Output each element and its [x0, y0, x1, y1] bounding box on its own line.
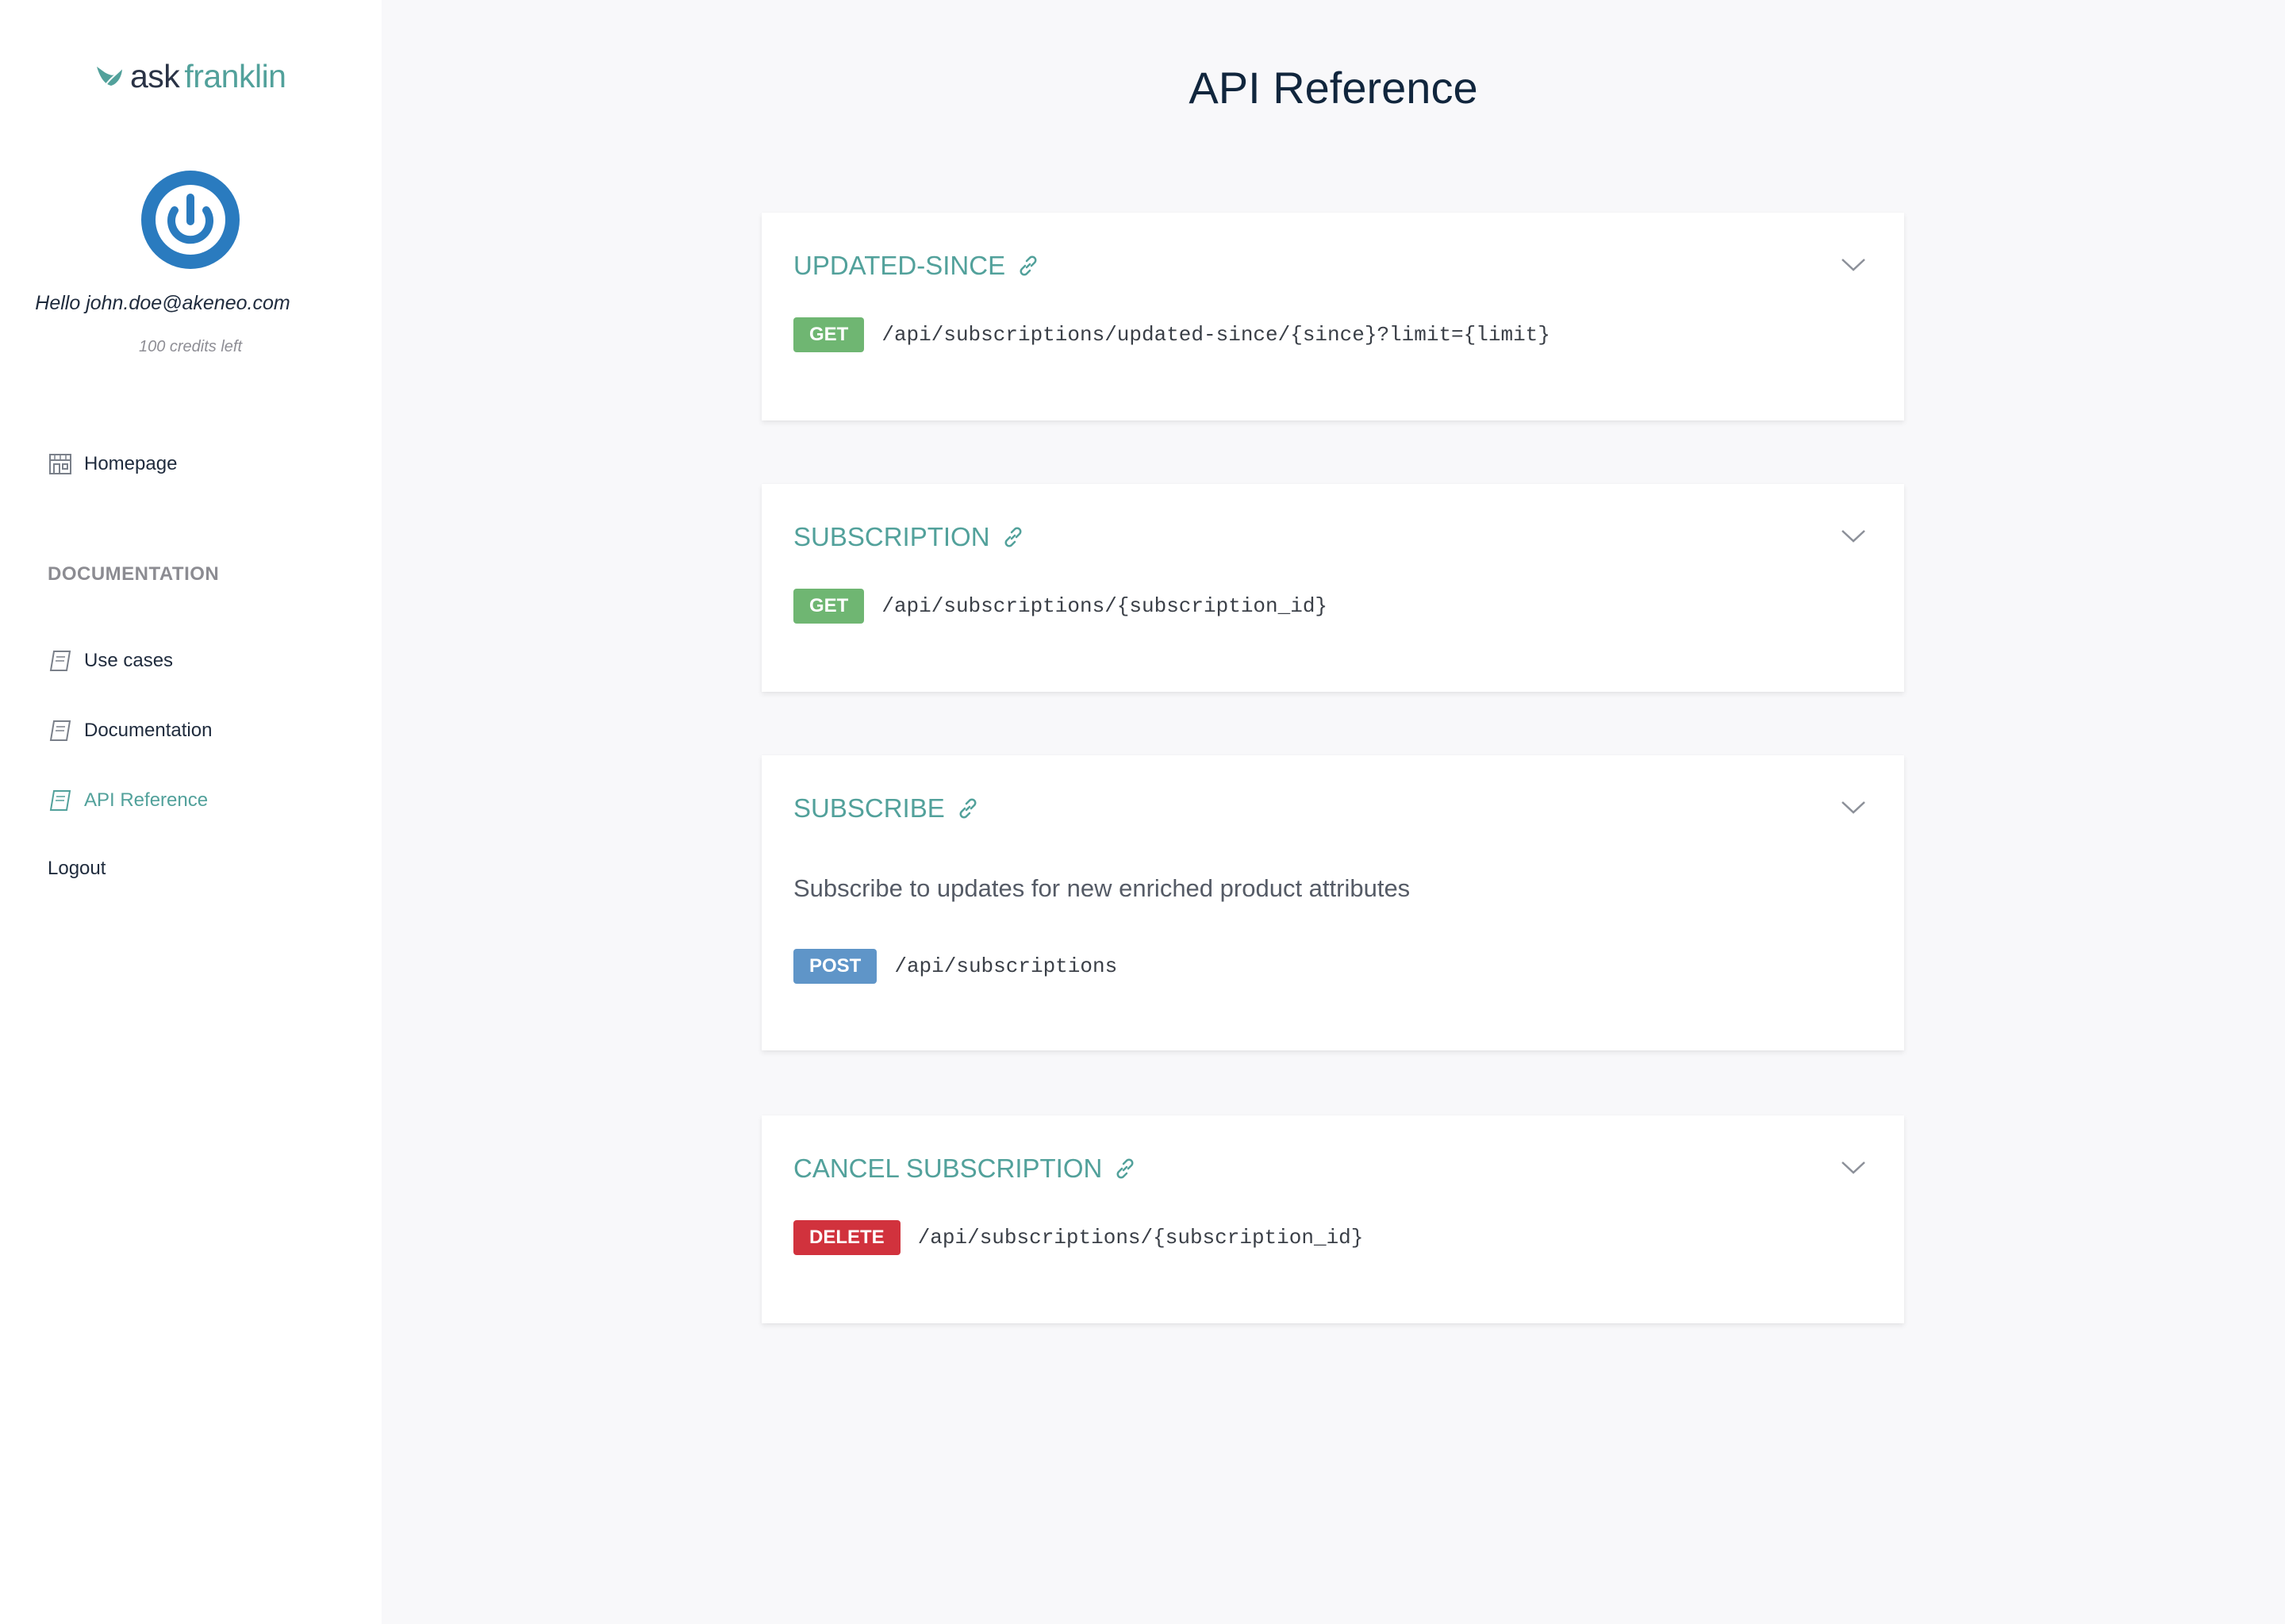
book-icon [48, 788, 73, 813]
link-icon[interactable] [1113, 1157, 1137, 1181]
nav-documentation-label: Documentation [84, 720, 213, 741]
chevron-down-icon[interactable] [1841, 800, 1866, 816]
endpoint-card-updated-since: UPDATED-SINCE GET /api/subscriptions/upd… [762, 213, 1904, 420]
endpoint-method-row: GET /api/subscriptions/updated-since/{si… [793, 317, 1550, 352]
logo[interactable]: ask franklin [94, 56, 286, 97]
store-icon [48, 451, 73, 477]
endpoint-title[interactable]: CANCEL SUBSCRIPTION [793, 1154, 1137, 1184]
user-greeting: Hello john.doe@akeneo.com [35, 292, 290, 314]
book-icon [48, 718, 73, 743]
nav-api-reference[interactable]: API Reference [48, 785, 208, 816]
section-title-documentation: DOCUMENTATION [48, 563, 220, 585]
link-icon[interactable] [1016, 254, 1040, 278]
method-badge-get: GET [793, 589, 865, 624]
link-icon[interactable] [956, 797, 980, 820]
endpoint-title[interactable]: UPDATED-SINCE [793, 251, 1040, 281]
nav-homepage[interactable]: Homepage [48, 448, 177, 480]
link-icon[interactable] [1001, 525, 1025, 549]
sidebar: ask franklin Hello john.doe@akeneo.com 1… [0, 0, 382, 1624]
endpoint-path: /api/subscriptions/{subscription_id} [881, 594, 1328, 618]
endpoint-card-cancel-subscription: CANCEL SUBSCRIPTION DELETE /api/subscrip… [762, 1115, 1904, 1323]
logo-text-franklin: franklin [184, 57, 286, 94]
nav-logout[interactable]: Logout [48, 853, 106, 885]
endpoint-card-subscription: SUBSCRIPTION GET /api/subscriptions/{sub… [762, 484, 1904, 692]
endpoint-path: /api/subscriptions/{subscription_id} [917, 1226, 1364, 1250]
method-badge-delete: DELETE [793, 1220, 901, 1255]
endpoint-method-row: DELETE /api/subscriptions/{subscription_… [793, 1220, 1363, 1255]
endpoint-path: /api/subscriptions/updated-since/{since}… [881, 323, 1550, 347]
chevron-down-icon[interactable] [1841, 1160, 1866, 1176]
method-badge-get: GET [793, 317, 865, 352]
endpoint-title-label: UPDATED-SINCE [793, 251, 1006, 280]
nav-use-cases[interactable]: Use cases [48, 645, 173, 677]
chevron-down-icon[interactable] [1841, 257, 1866, 273]
leaf-icon [97, 67, 123, 86]
endpoint-card-subscribe: SUBSCRIBE Subscribe to updates for new e… [762, 755, 1904, 1050]
endpoint-path: /api/subscriptions [894, 954, 1118, 978]
nav-documentation[interactable]: Documentation [48, 715, 212, 747]
endpoint-title-label: SUBSCRIBE [793, 793, 945, 823]
credits-left: 100 credits left [138, 338, 243, 355]
endpoint-title-label: CANCEL SUBSCRIPTION [793, 1154, 1103, 1183]
endpoint-title[interactable]: SUBSCRIBE [793, 793, 980, 824]
endpoint-title-label: SUBSCRIPTION [793, 522, 990, 551]
nav-homepage-label: Homepage [84, 453, 178, 474]
endpoint-description: Subscribe to updates for new enriched pr… [793, 874, 1411, 902]
method-badge-post: POST [793, 949, 878, 984]
endpoint-title[interactable]: SUBSCRIPTION [793, 522, 1025, 552]
book-icon [48, 648, 73, 674]
nav-api-reference-label: API Reference [84, 789, 209, 811]
logo-text-ask: ask [130, 57, 180, 94]
endpoint-method-row: GET /api/subscriptions/{subscription_id} [793, 589, 1327, 624]
page-title: API Reference [1189, 63, 1478, 113]
endpoint-method-row: POST /api/subscriptions [793, 949, 1117, 984]
nav-logout-label: Logout [48, 858, 106, 879]
chevron-down-icon[interactable] [1841, 528, 1866, 544]
nav-use-cases-label: Use cases [84, 650, 174, 671]
avatar[interactable] [141, 171, 240, 269]
